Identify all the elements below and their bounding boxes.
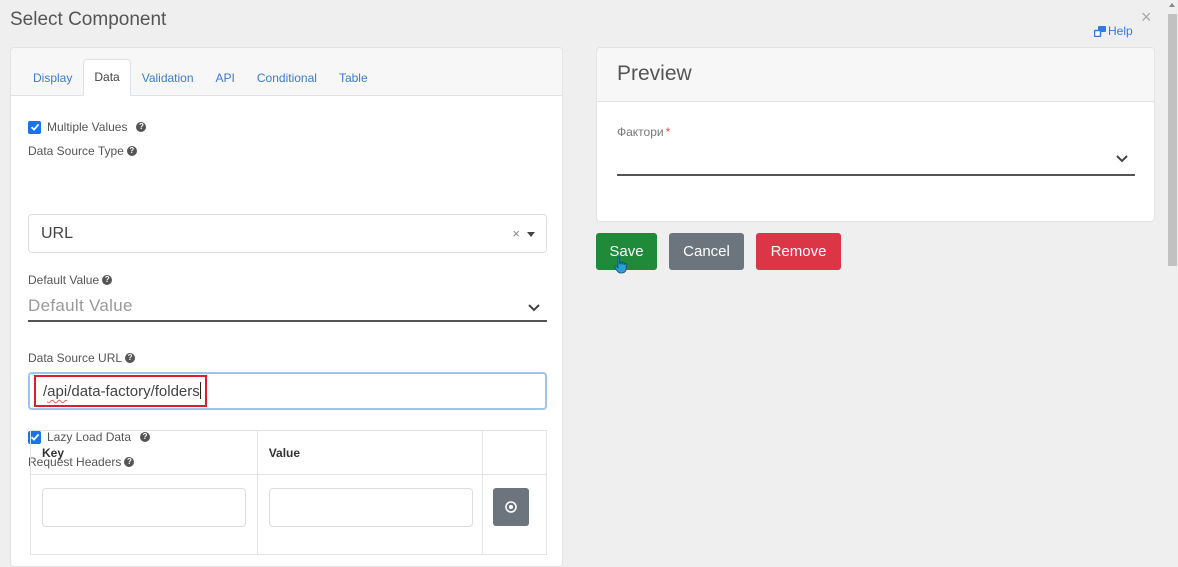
value-cell xyxy=(256,474,484,555)
remove-button[interactable]: Remove xyxy=(756,233,841,270)
preview-factors-select[interactable] xyxy=(617,142,1135,176)
tab-validation[interactable]: Validation xyxy=(131,60,205,96)
remove-circle-icon xyxy=(505,501,518,513)
preview-field-label: Фактори * xyxy=(617,125,670,139)
data-source-type-label-text: Data Source Type xyxy=(28,144,124,158)
column-header-key: Key xyxy=(30,430,258,475)
default-value-select[interactable]: Default Value xyxy=(28,292,547,322)
preview-title: Preview xyxy=(597,48,1154,102)
settings-tabs: Display Data Validation API Conditional … xyxy=(11,48,562,96)
help-label: Help xyxy=(1108,24,1133,38)
header-value-input[interactable] xyxy=(268,488,473,527)
column-header-actions xyxy=(482,430,547,475)
help-question-icon[interactable]: ? xyxy=(126,146,137,156)
help-link[interactable]: Help xyxy=(1094,24,1133,38)
required-marker: * xyxy=(665,125,671,139)
external-window-icon xyxy=(1094,25,1106,37)
cancel-button[interactable]: Cancel xyxy=(669,233,744,270)
close-icon[interactable]: × xyxy=(1141,8,1152,26)
default-value-label: Default Value ? xyxy=(28,273,113,287)
url-rest: /data-factory/folders xyxy=(67,383,200,400)
data-source-type-select[interactable]: URL × xyxy=(28,214,547,253)
multiple-values-checkbox[interactable] xyxy=(28,120,41,134)
multiple-values-label: Multiple Values xyxy=(47,120,128,134)
request-headers-table: Key Value xyxy=(30,430,547,555)
multiple-values-row: Multiple Values ? xyxy=(28,120,147,134)
data-source-type-label: Data Source Type ? xyxy=(28,144,137,158)
checkmark-icon xyxy=(30,123,39,131)
key-cell xyxy=(30,474,258,555)
default-value-label-text: Default Value xyxy=(28,273,100,287)
tab-api[interactable]: API xyxy=(205,60,246,96)
tab-data[interactable]: Data xyxy=(83,59,131,96)
chevron-down-icon xyxy=(1116,155,1128,163)
tab-conditional[interactable]: Conditional xyxy=(246,60,328,96)
modal-title: Select Component xyxy=(10,9,167,30)
help-question-icon[interactable]: ? xyxy=(136,122,147,132)
table-row xyxy=(30,474,547,555)
data-source-url-label: Data Source URL ? xyxy=(28,351,136,365)
text-cursor xyxy=(199,382,201,399)
scrollbar[interactable] xyxy=(1167,0,1178,555)
url-spellcheck-word: api xyxy=(47,383,68,400)
preview-field-label-text: Фактори xyxy=(617,125,664,139)
tab-display[interactable]: Display xyxy=(22,60,83,96)
data-source-type-value: URL xyxy=(41,224,74,242)
scroll-up-icon[interactable] xyxy=(1169,3,1175,7)
column-header-value: Value xyxy=(256,430,484,475)
default-value-placeholder: Default Value xyxy=(28,296,133,315)
hand-pointer-icon xyxy=(614,256,627,274)
data-source-url-label-text: Data Source URL xyxy=(28,351,123,365)
clear-icon[interactable]: × xyxy=(512,226,520,241)
data-source-url-input[interactable]: /api/data-factory/folders xyxy=(28,372,547,410)
help-question-icon[interactable]: ? xyxy=(125,353,136,363)
scrollbar-thumb[interactable] xyxy=(1168,14,1177,266)
caret-down-icon[interactable] xyxy=(527,232,535,237)
preview-panel: Preview Фактори * xyxy=(596,47,1155,222)
remove-header-row-button[interactable] xyxy=(493,488,530,526)
table-header-row: Key Value xyxy=(30,430,547,475)
header-key-input[interactable] xyxy=(42,488,246,527)
data-source-url-value: /api/data-factory/folders xyxy=(43,382,201,400)
tab-table[interactable]: Table xyxy=(328,60,379,96)
help-question-icon[interactable]: ? xyxy=(102,275,113,285)
component-settings-panel: Display Data Validation API Conditional … xyxy=(10,47,563,567)
action-cell xyxy=(482,474,547,555)
chevron-down-icon xyxy=(528,304,540,312)
